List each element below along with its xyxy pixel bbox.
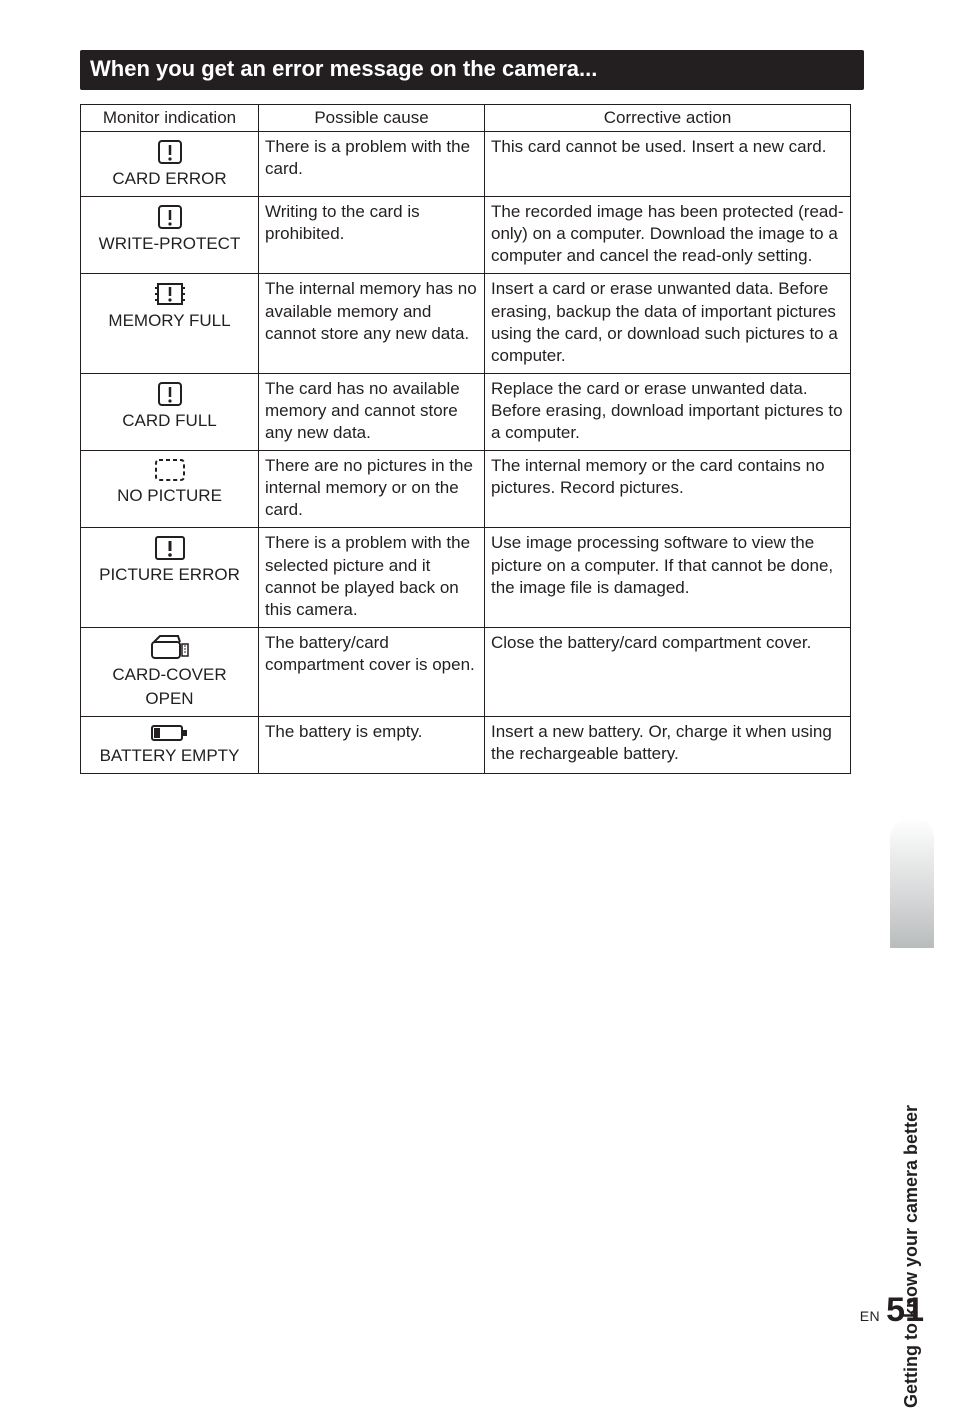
cause-cell: There is a problem with the selected pic… xyxy=(259,528,485,627)
table-row: MEMORY FULL The internal memory has no a… xyxy=(81,274,851,373)
monitor-label: WRITE-PROTECT xyxy=(99,233,241,255)
warn-box-icon xyxy=(156,138,184,166)
warn-box-solid-icon xyxy=(153,534,187,562)
memory-bracket-icon xyxy=(154,280,186,308)
cause-cell: There is a problem with the card. xyxy=(259,132,485,197)
correction-cell: Close the battery/card compartment cover… xyxy=(485,627,851,716)
cause-cell: The internal memory has no available mem… xyxy=(259,274,485,373)
cause-cell: The card has no available memory and can… xyxy=(259,373,485,450)
correction-cell: This card cannot be used. Insert a new c… xyxy=(485,132,851,197)
table-header-row: Monitor indication Possible cause Correc… xyxy=(81,105,851,132)
monitor-label: BATTERY EMPTY xyxy=(100,745,240,767)
table-row: PICTURE ERROR There is a problem with th… xyxy=(81,528,851,627)
monitor-label: OPEN xyxy=(145,688,193,710)
section-title: When you get an error message on the cam… xyxy=(90,56,597,81)
monitor-label: PICTURE ERROR xyxy=(99,564,240,586)
correction-cell: Insert a new battery. Or, charge it when… xyxy=(485,716,851,773)
warn-box-icon xyxy=(156,380,184,408)
cause-cell: The battery is empty. xyxy=(259,716,485,773)
page-footer: EN 51 xyxy=(860,1291,924,1330)
header-correction: Corrective action xyxy=(485,105,851,132)
correction-cell: Use image processing software to view th… xyxy=(485,528,851,627)
cause-cell: The battery/card compartment cover is op… xyxy=(259,627,485,716)
footer-page: 51 xyxy=(886,1291,924,1330)
monitor-label: MEMORY FULL xyxy=(108,310,230,332)
monitor-label: CARD ERROR xyxy=(112,168,226,190)
side-tab: Getting to know your camera better xyxy=(890,468,934,948)
footer-lang: EN xyxy=(860,1308,880,1324)
correction-cell: The internal memory or the card contains… xyxy=(485,451,851,528)
battery-icon xyxy=(150,723,190,743)
header-cause: Possible cause xyxy=(259,105,485,132)
cause-cell: There are no pictures in the internal me… xyxy=(259,451,485,528)
correction-cell: The recorded image has been protected (r… xyxy=(485,197,851,274)
table-row: CARD ERROR There is a problem with the c… xyxy=(81,132,851,197)
correction-cell: Insert a card or erase unwanted data. Be… xyxy=(485,274,851,373)
card-cover-icon xyxy=(148,634,192,662)
table-row: WRITE-PROTECT Writing to the card is pro… xyxy=(81,197,851,274)
cause-cell: Writing to the card is prohibited. xyxy=(259,197,485,274)
side-tab-text: Getting to know your camera better xyxy=(901,948,922,1428)
table-row: BATTERY EMPTY The battery is empty. Inse… xyxy=(81,716,851,773)
header-monitor: Monitor indication xyxy=(81,105,259,132)
warn-box-icon xyxy=(156,203,184,231)
error-table: Monitor indication Possible cause Correc… xyxy=(80,104,851,774)
monitor-label: CARD FULL xyxy=(122,410,216,432)
dashed-box-icon xyxy=(153,457,187,483)
monitor-label: CARD-COVER xyxy=(112,664,226,686)
page: When you get an error message on the cam… xyxy=(0,0,954,1360)
table-row: CARD-COVER OPEN The battery/card compart… xyxy=(81,627,851,716)
correction-cell: Replace the card or erase unwanted data.… xyxy=(485,373,851,450)
side-tab-shade xyxy=(890,818,934,948)
table-row: NO PICTURE There are no pictures in the … xyxy=(81,451,851,528)
monitor-label: NO PICTURE xyxy=(117,485,222,507)
section-header: When you get an error message on the cam… xyxy=(80,50,864,90)
table-row: CARD FULL The card has no available memo… xyxy=(81,373,851,450)
